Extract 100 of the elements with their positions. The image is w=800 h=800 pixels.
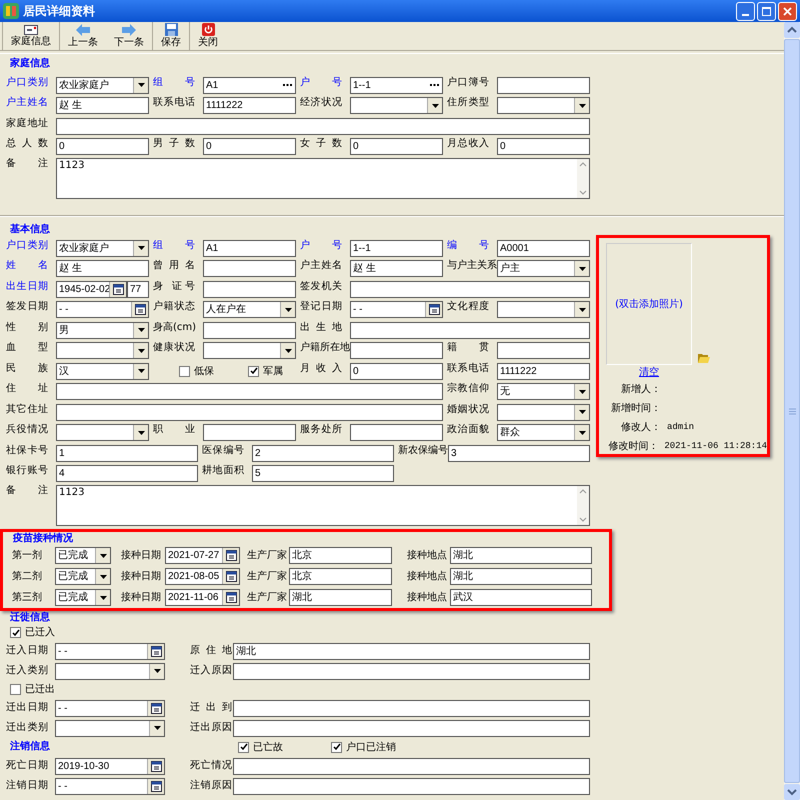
text-field[interactable]: 北京 [289,568,392,585]
calendar-icon[interactable] [134,304,146,316]
dropdown[interactable] [55,662,165,680]
text-field[interactable] [350,424,443,442]
text-area[interactable]: 1123 [56,158,590,199]
text-field[interactable] [350,322,590,339]
scrollbar[interactable] [577,159,589,198]
dropdown-arrow-icon[interactable] [578,430,586,435]
grip-icon[interactable] [788,408,796,414]
text-field[interactable]: 0 [350,138,443,156]
text-field[interactable] [203,424,296,442]
date-field[interactable]: 2021-08-05 [165,568,240,585]
dropdown[interactable] [203,342,296,360]
dropdown-arrow-icon[interactable] [138,246,144,250]
scroll-up-icon[interactable] [784,22,800,38]
dropdown-arrow-icon[interactable] [432,104,438,108]
dropdown-arrow-icon[interactable] [578,266,586,271]
text-field[interactable]: 1111222 [203,97,296,114]
close-button[interactable] [778,2,797,20]
dropdown[interactable]: 群众 [497,424,590,442]
clear-link[interactable]: 清空 [639,365,659,380]
text-field[interactable]: 0 [56,138,149,156]
dropdown[interactable] [497,404,590,421]
text-field[interactable] [203,280,296,298]
close-icon[interactable] [783,6,792,16]
calendar-icon[interactable] [112,284,124,295]
calendar-icon[interactable] [226,550,236,561]
text-field[interactable]: 1 [56,444,198,462]
text-field[interactable] [350,342,443,360]
scrollbar[interactable] [577,486,589,525]
text-field[interactable]: 0 [350,362,443,380]
text-field[interactable]: A1 [203,240,296,257]
text-field[interactable]: 赵 生 [56,97,149,114]
dropdown[interactable]: 汉 [56,362,149,380]
maximize-icon[interactable] [762,6,771,16]
text-field[interactable]: 2 [252,444,394,462]
text-field[interactable]: 1--1 [350,240,443,257]
minimize-icon[interactable] [742,14,749,16]
toolbar-button[interactable]: 家庭信息 [6,22,56,50]
dropdown-arrow-icon[interactable] [284,348,292,353]
text-field[interactable]: 3 [448,444,590,462]
text-field[interactable]: 北京 [289,547,392,564]
calendar-icon[interactable] [226,592,236,603]
calendar-icon[interactable] [428,304,440,316]
text-field[interactable] [233,778,590,794]
toolbar-button[interactable]: 保存 [156,22,186,50]
calendar-icon[interactable] [150,760,162,772]
lookup-field[interactable]: A1 [203,76,296,94]
toolbar-button[interactable]: 上一条 [63,22,103,50]
text-field[interactable]: 湖北 [450,568,592,585]
text-field[interactable]: A0001 [497,240,590,257]
text-field[interactable]: 4 [56,465,198,482]
toolbar-button[interactable]: 下一条 [109,22,149,50]
text-field[interactable] [350,280,590,298]
checkbox[interactable] [248,366,259,377]
lookup-field[interactable]: 1--1 [350,76,443,94]
dropdown-arrow-icon[interactable] [138,369,144,374]
checkbox[interactable] [238,742,249,752]
text-field[interactable] [56,383,443,400]
scroll-down-icon[interactable] [784,784,800,800]
text-field[interactable]: 湖北 [233,642,590,660]
dropdown[interactable]: 无 [497,383,590,400]
text-field[interactable] [497,76,590,94]
dropdown[interactable]: 户主 [497,260,590,278]
date-field[interactable]: - - [55,700,165,716]
dropdown-arrow-icon[interactable] [100,574,106,578]
ellipsis-icon[interactable] [430,84,439,86]
checkbox[interactable] [10,627,21,638]
date-field[interactable]: - - [56,301,149,318]
calendar-icon[interactable] [226,571,236,582]
age-field[interactable]: 77 [127,280,149,298]
text-field[interactable] [56,404,443,421]
checkbox[interactable] [10,684,21,695]
date-field[interactable]: - - [350,301,443,318]
text-field[interactable]: 5 [252,465,394,482]
text-field[interactable]: 湖北 [450,547,592,564]
dropdown-arrow-icon[interactable] [154,726,160,730]
dropdown-arrow-icon[interactable] [578,410,586,414]
dropdown-arrow-icon[interactable] [100,596,106,600]
date-field[interactable]: 2021-07-27 [165,547,240,564]
dropdown[interactable] [350,97,443,114]
text-field[interactable]: 赵 生 [56,260,149,278]
folder-icon[interactable] [698,353,710,363]
calendar-icon[interactable] [150,646,162,656]
dropdown-arrow-icon[interactable] [100,554,106,558]
text-area[interactable]: 1123 [56,485,590,526]
date-field[interactable]: 2021-11-06 [165,589,240,606]
dropdown[interactable]: 农业家庭户 [56,240,149,257]
dropdown-arrow-icon[interactable] [284,308,292,312]
dropdown[interactable]: 已完成 [55,547,111,564]
dropdown-arrow-icon[interactable] [138,328,144,332]
dropdown-arrow-icon[interactable] [138,83,144,88]
text-field[interactable] [203,322,296,339]
checkbox[interactable] [331,742,342,752]
date-field[interactable]: - - [55,642,165,660]
checkbox[interactable] [179,366,190,377]
text-field[interactable] [233,720,590,736]
maximize-button[interactable] [757,2,776,20]
dropdown[interactable]: 农业家庭户 [56,76,149,94]
dropdown[interactable]: 男 [56,322,149,339]
